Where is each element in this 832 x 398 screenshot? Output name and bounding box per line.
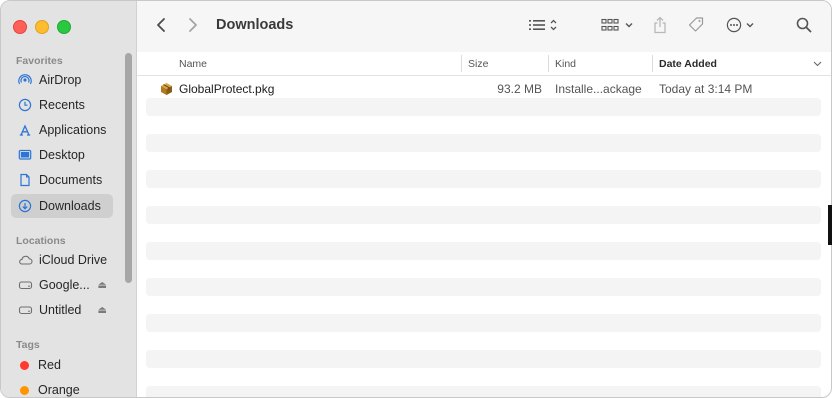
empty-row-stripe xyxy=(146,386,821,397)
sort-chevron-down-icon[interactable] xyxy=(813,52,822,75)
sidebar-item-label: Recents xyxy=(39,98,85,112)
file-kind: Installe...ackage xyxy=(555,82,642,96)
file-date-added: Today at 3:14 PM xyxy=(659,82,753,96)
window-controls xyxy=(13,20,71,34)
clock-icon xyxy=(17,97,33,113)
back-button[interactable] xyxy=(151,15,171,39)
empty-row-stripe xyxy=(146,314,821,332)
toolbar: Downloads xyxy=(137,1,831,53)
orange-tag-icon xyxy=(20,385,29,395)
desktop-icon xyxy=(17,147,33,163)
minimize-window-button[interactable] xyxy=(35,20,49,34)
document-icon xyxy=(17,172,33,188)
tag-icon xyxy=(687,16,705,39)
share-icon xyxy=(653,16,667,39)
empty-row-stripe xyxy=(146,134,821,152)
chevron-right-icon xyxy=(188,17,198,38)
empty-row-stripe xyxy=(146,242,821,260)
sidebar-item-label: Red xyxy=(38,358,61,372)
column-header-label: Date Added xyxy=(659,57,717,70)
search-icon xyxy=(796,17,812,38)
red-tag-icon xyxy=(20,360,29,370)
grid-view-icon xyxy=(601,18,635,37)
ellipsis-circle-icon xyxy=(726,17,758,38)
group-button[interactable] xyxy=(600,15,636,39)
window-title: Downloads xyxy=(216,17,294,33)
tags-section-label: Tags xyxy=(16,339,40,351)
column-header-label: Name xyxy=(179,57,208,70)
column-divider[interactable] xyxy=(548,55,549,72)
more-actions-button[interactable] xyxy=(725,15,759,39)
sidebar-item-label: Downloads xyxy=(39,199,101,213)
locations-section-label: Locations xyxy=(16,235,66,247)
package-icon xyxy=(159,81,174,96)
sidebar-scrollbar[interactable] xyxy=(125,53,132,283)
empty-row-stripe xyxy=(146,278,821,296)
zoom-window-button[interactable] xyxy=(57,20,71,34)
file-size: 93.2 MB xyxy=(497,82,542,96)
column-header-label: Kind xyxy=(555,57,577,70)
column-header-name[interactable]: Name xyxy=(179,52,207,75)
sidebar-item-airdrop[interactable]: AirDrop xyxy=(11,68,113,92)
eject-icon[interactable]: ⏏ xyxy=(98,280,107,291)
airdrop-icon xyxy=(17,72,33,88)
column-header-label: Size xyxy=(468,57,489,70)
download-icon xyxy=(17,198,33,214)
tag-button[interactable] xyxy=(684,15,708,39)
close-window-button[interactable] xyxy=(13,20,27,34)
share-button[interactable] xyxy=(649,15,671,39)
sidebar-item-tag-red[interactable]: Red xyxy=(11,353,113,377)
forward-button[interactable] xyxy=(183,15,203,39)
favorites-section-label: Favorites xyxy=(16,55,63,67)
applications-icon xyxy=(17,122,33,138)
empty-row-stripe xyxy=(146,98,821,116)
sidebar-item-label: Google... xyxy=(39,278,90,292)
empty-row-stripe xyxy=(146,170,821,188)
drive-icon xyxy=(17,277,33,293)
view-options-button[interactable] xyxy=(525,15,561,39)
sidebar-item-applications[interactable]: Applications xyxy=(11,118,113,142)
sidebar-item-untitled[interactable]: Untitled ⏏ xyxy=(11,298,113,322)
chevron-left-icon xyxy=(156,17,166,38)
drive-icon xyxy=(17,302,33,318)
eject-icon[interactable]: ⏏ xyxy=(98,305,107,316)
empty-row-stripe xyxy=(146,350,821,368)
sidebar-item-label: Orange xyxy=(38,383,80,397)
column-divider[interactable] xyxy=(652,55,653,72)
sidebar-item-google-drive[interactable]: Google... ⏏ xyxy=(11,273,113,297)
sidebar-item-documents[interactable]: Documents xyxy=(11,168,113,192)
sidebar-item-downloads[interactable]: Downloads xyxy=(11,194,113,218)
cloud-icon xyxy=(17,252,33,268)
file-name: GlobalProtect.pkg xyxy=(179,82,275,96)
file-list: GlobalProtect.pkg 93.2 MB Installe...ack… xyxy=(137,76,831,397)
sidebar-item-label: iCloud Drive xyxy=(39,253,108,267)
empty-row-stripe xyxy=(146,206,821,224)
sidebar-item-tag-orange[interactable]: Orange xyxy=(11,378,113,397)
column-header-date-added[interactable]: Date Added xyxy=(659,52,717,75)
column-divider[interactable] xyxy=(461,55,462,72)
sidebar-item-label: Desktop xyxy=(39,148,85,162)
finder-window: Favorites AirDrop Recents Applications D… xyxy=(0,0,832,398)
sidebar-item-icloud-drive[interactable]: iCloud Drive xyxy=(11,248,113,272)
list-view-icon xyxy=(528,18,558,37)
sidebar-item-label: Documents xyxy=(39,173,103,187)
column-header-kind[interactable]: Kind xyxy=(555,52,576,75)
sidebar-item-label: Applications xyxy=(39,123,107,137)
sidebar: Favorites AirDrop Recents Applications D… xyxy=(1,1,137,397)
file-row[interactable]: GlobalProtect.pkg 93.2 MB Installe...ack… xyxy=(137,80,831,100)
sidebar-item-desktop[interactable]: Desktop xyxy=(11,143,113,167)
column-header-size[interactable]: Size xyxy=(468,52,488,75)
sidebar-item-label: AirDrop xyxy=(39,73,82,87)
search-button[interactable] xyxy=(793,15,815,39)
column-header-row: Name Size Kind Date Added xyxy=(137,52,831,76)
sidebar-item-recents[interactable]: Recents xyxy=(11,93,113,117)
sidebar-item-label: Untitled xyxy=(39,303,82,317)
background-window-edge xyxy=(828,205,832,245)
